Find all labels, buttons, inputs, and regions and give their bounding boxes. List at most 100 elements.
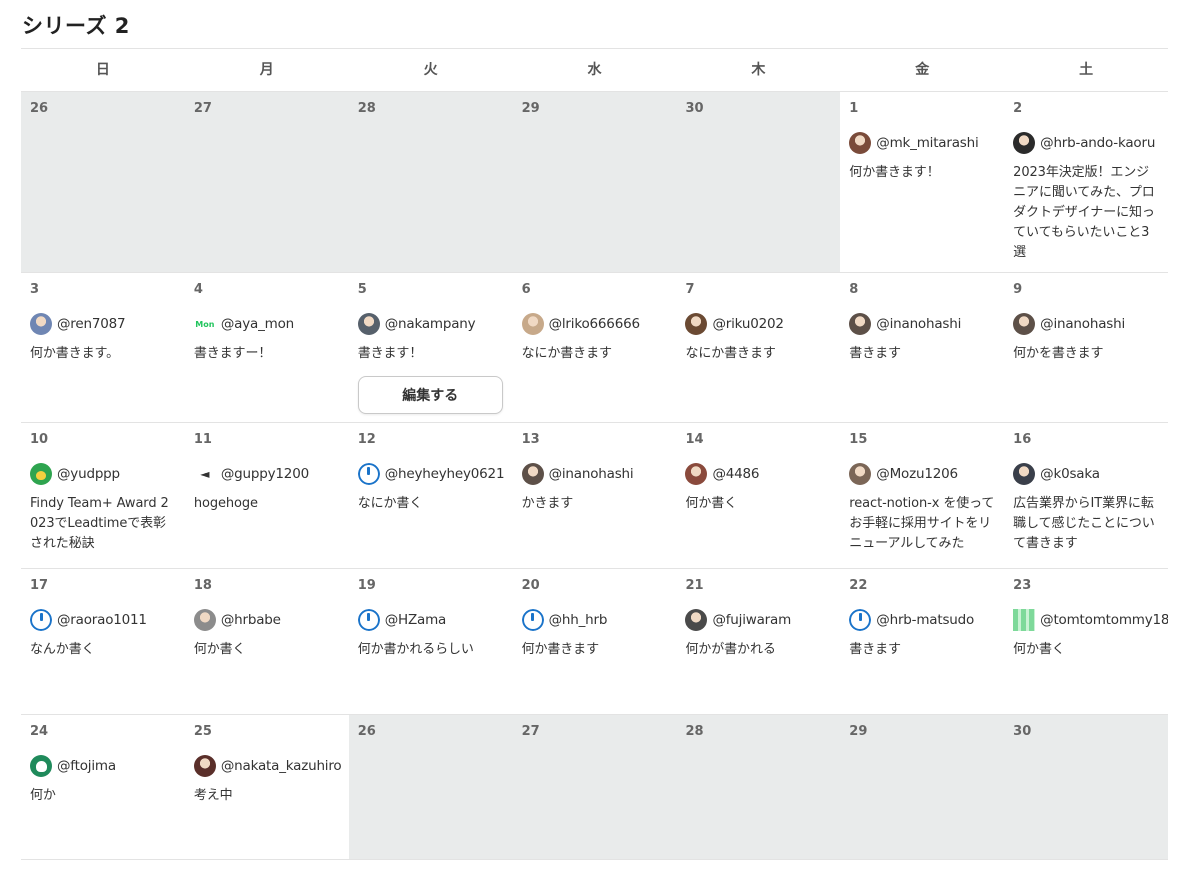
entry-title[interactable]: react-notion-x を使ってお手軽に採用サイトをリニューアルしてみた [849,494,995,554]
entry-author[interactable]: @heyheyhey0621 [357,462,505,486]
author-handle[interactable]: @hrb-matsudo [876,612,974,628]
entry-title[interactable]: 何か書く [685,494,831,514]
entry-title[interactable]: なんか書く [30,640,176,660]
day-number: 29 [521,101,540,116]
day-number: 26 [357,724,376,739]
author-handle[interactable]: @inanohashi [876,316,961,332]
entry-author[interactable]: @nakata_kazuhiro [193,754,342,778]
entry-title[interactable]: 何か書きます [522,640,668,660]
entry-author[interactable]: @fujiwaram [685,608,831,632]
day-number: 25 [193,724,212,739]
entry-author[interactable]: @inanohashi [1013,312,1159,336]
entry-title[interactable]: かきます [522,494,668,514]
entry-author[interactable]: @yudppp [30,462,176,486]
entry-title[interactable]: なにか書きます [685,344,831,364]
entry-author[interactable]: @k0saka [1013,462,1159,486]
entry-author[interactable]: @raorao1011 [30,608,176,632]
calendar-day-empty: 27 [512,715,677,859]
author-handle[interactable]: @fujiwaram [712,612,791,628]
entry-author[interactable]: @nakampany [357,312,504,336]
entry-author[interactable]: @mk_mitarashi [849,131,995,155]
author-handle[interactable]: @tomtomtommy18 [1040,612,1168,628]
entry-title[interactable]: hogehoge [194,494,340,514]
author-handle[interactable]: @nakata_kazuhiro [221,758,342,774]
author-handle[interactable]: @aya_mon [221,316,294,332]
author-handle[interactable]: @yudppp [57,466,120,482]
entry-title[interactable]: 書きます [849,344,995,364]
author-handle[interactable]: @HZama [385,612,447,628]
entry-author[interactable]: @ren7087 [30,312,176,336]
entry-title[interactable]: 書きます！ [358,344,504,364]
entry-author[interactable]: @hrb-ando-kaoru [1013,131,1159,155]
entry-author[interactable]: @ftojima [30,754,176,778]
entry-author[interactable]: @riku0202 [685,312,831,336]
author-handle[interactable]: @inanohashi [1040,316,1125,332]
author-handle[interactable]: @guppy1200 [221,466,309,482]
entry-title[interactable]: 何か書く [1013,640,1159,660]
entry-author[interactable]: @hrb-matsudo [849,608,995,632]
author-handle[interactable]: @ftojima [57,758,116,774]
entry-author[interactable]: @inanohashi [849,312,995,336]
entry-title[interactable]: 書きます [849,640,995,660]
author-handle[interactable]: @ren7087 [57,316,126,332]
calendar-day-empty: 29 [840,715,1005,859]
portrait-avatar [849,313,872,335]
entry-title[interactable]: 何か書きます！ [849,163,995,183]
entry-author[interactable]: @Mozu1206 [849,462,995,486]
day-number: 21 [685,578,704,593]
entry-author[interactable]: ◄ @guppy1200 [194,462,340,486]
advent-calendar-grid: 日 月 火 水 木 金 土 26 27 28 29 30 1 @mk_mitarashi 何か… [21,48,1169,860]
author-handle[interactable]: @heyheyhey0621 [385,466,505,482]
entry-title[interactable]: 広告業界からIT業界に転職して感じたことについて書きます [1013,494,1159,554]
calendar-day: 8 @inanohashi 書きます [840,273,1004,422]
author-handle[interactable]: @hrb-ando-kaoru [1040,135,1155,151]
author-handle[interactable]: @raorao1011 [57,612,147,628]
entry-title[interactable]: 何かが書かれる [685,640,831,660]
entry-title[interactable]: Findy Team+ Award 2023でLeadtimeで表彰された秘訣 [30,494,176,554]
calendar-week: 3 @ren7087 何か書きます。 4 Mon @aya_mon 書きますー！ 5 @naka… [21,273,1168,423]
entry-title[interactable]: 書きますー！ [194,344,340,364]
author-handle[interactable]: @hrbabe [221,612,281,628]
calendar-day: 2 @hrb-ando-kaoru 2023年決定版！エンジニアに聞いてみた、プロダ… [1004,92,1168,272]
entry-title[interactable]: 何かを書きます [1013,344,1159,364]
entry-title[interactable]: 何か書きます。 [30,344,176,364]
author-handle[interactable]: @4486 [712,466,759,482]
portrait-avatar [193,609,216,631]
portrait-avatar [1013,463,1036,485]
entry-author[interactable]: @inanohashi [521,462,668,486]
author-handle[interactable]: @inanohashi [549,466,634,482]
author-handle[interactable]: @nakampany [385,316,476,332]
entry-author[interactable]: @4486 [685,462,831,486]
entry-author[interactable]: @hh_hrb [521,608,668,632]
day-number: 7 [685,282,695,297]
entry-author[interactable]: @tomtomtommy18 [1013,608,1168,632]
author-handle[interactable]: @lriko666666 [549,316,640,332]
entry-title[interactable]: なにか書きます [522,344,668,364]
entry-title[interactable]: 2023年決定版！エンジニアに聞いてみた、プロダクトデザイナーに知っていてもらい… [1013,163,1159,263]
calendar-week: 24 @ftojima 何か 25 @nakata_kazuhiro 考え中 26 27 28 2… [21,715,1169,860]
calendar-day: 4 Mon @aya_mon 書きますー！ [185,273,349,422]
entry-title[interactable]: 何か書かれるらしい [358,640,504,660]
calendar-day: 24 @ftojima 何か [21,715,185,859]
entry-title[interactable]: 何か書く [194,640,340,660]
entry-title[interactable]: 考え中 [194,786,340,806]
entry-title[interactable]: なにか書く [358,494,504,514]
author-handle[interactable]: @riku0202 [712,316,784,332]
entry-author[interactable]: Mon @aya_mon [194,312,340,336]
calendar-day-empty: 28 [348,92,513,272]
entry-author[interactable]: @hrbabe [193,608,340,632]
entry-author[interactable]: @lriko666666 [521,312,668,336]
portrait-avatar [849,463,872,485]
author-handle[interactable]: @hh_hrb [549,612,608,628]
author-handle[interactable]: @mk_mitarashi [876,135,978,151]
edit-entry-button[interactable]: 編集する [357,376,503,414]
day-number: 29 [849,724,868,739]
portrait-avatar [849,132,872,154]
author-handle[interactable]: @Mozu1206 [876,466,958,482]
author-handle[interactable]: @k0saka [1040,466,1100,482]
entry-author[interactable]: @HZama [357,608,504,632]
day-number: 11 [193,432,212,447]
logo-text-avatar: Mon [195,319,215,329]
calendar-day: 11 ◄ @guppy1200 hogehoge [185,423,349,568]
entry-title[interactable]: 何か [30,786,176,806]
